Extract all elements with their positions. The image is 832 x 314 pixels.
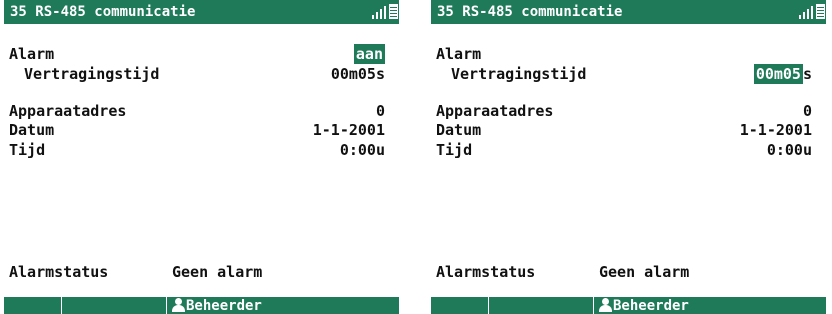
softkey-user[interactable]: Beheerder bbox=[594, 297, 826, 314]
address-value[interactable]: 0 bbox=[376, 101, 385, 121]
alarm-label: Alarm bbox=[436, 45, 482, 63]
screen-title: 35 RS-485 communicatie bbox=[437, 4, 623, 20]
alarmstatus-label: Alarmstatus bbox=[436, 263, 536, 281]
time-label: Tijd bbox=[436, 141, 473, 159]
date-label: Datum bbox=[9, 121, 55, 139]
delay-value[interactable]: 00m05s bbox=[331, 64, 385, 84]
title-bar: 35 RS-485 communicatie bbox=[4, 0, 399, 24]
user-label: Beheerder bbox=[613, 298, 689, 314]
address-value[interactable]: 0 bbox=[803, 101, 812, 121]
softkey-1[interactable] bbox=[4, 297, 62, 314]
alarm-value-text: aan bbox=[353, 44, 385, 64]
address-label: Apparaatadres bbox=[9, 102, 127, 120]
address-label: Apparaatadres bbox=[436, 102, 554, 120]
softkey-user[interactable]: Beheerder bbox=[167, 297, 399, 314]
delay-value-rest: s bbox=[802, 65, 812, 83]
device-screen-right: 35 RS-485 communicatie Alarm Vertragings… bbox=[431, 0, 826, 314]
softkey-1[interactable] bbox=[431, 297, 489, 314]
date-value[interactable]: 1-1-2001 bbox=[313, 120, 385, 140]
alarm-label: Alarm bbox=[9, 45, 55, 63]
alarmstatus-label: Alarmstatus bbox=[9, 263, 109, 281]
screen-title: 35 RS-485 communicatie bbox=[10, 4, 196, 20]
user-label: Beheerder bbox=[186, 298, 262, 314]
softkey-2[interactable] bbox=[489, 297, 594, 314]
time-label: Tijd bbox=[9, 141, 46, 159]
time-value[interactable]: 0:00u bbox=[767, 140, 812, 160]
softkey-bar: Beheerder bbox=[4, 297, 399, 314]
signal-icon bbox=[372, 6, 386, 19]
battery-icon bbox=[389, 4, 398, 19]
alarm-value[interactable]: aan bbox=[353, 44, 385, 64]
battery-icon bbox=[816, 4, 825, 19]
delay-value[interactable]: 00m05s bbox=[753, 64, 812, 84]
alarmstatus-value: Geen alarm bbox=[172, 263, 263, 281]
title-bar: 35 RS-485 communicatie bbox=[431, 0, 826, 24]
time-value[interactable]: 0:00u bbox=[340, 140, 385, 160]
signal-icon bbox=[799, 6, 813, 19]
delay-value-main: 00m05 bbox=[753, 64, 803, 84]
device-screen-left: 35 RS-485 communicatie Alarm aan Vertrag… bbox=[4, 0, 399, 314]
softkey-bar: Beheerder bbox=[431, 297, 826, 314]
user-icon bbox=[171, 297, 186, 312]
delay-label: Vertragingstijd bbox=[24, 65, 160, 83]
alarmstatus-value: Geen alarm bbox=[599, 263, 690, 281]
delay-value-main: 00m05s bbox=[330, 65, 385, 83]
date-value[interactable]: 1-1-2001 bbox=[740, 120, 812, 140]
date-label: Datum bbox=[436, 121, 482, 139]
softkey-2[interactable] bbox=[62, 297, 167, 314]
user-icon bbox=[598, 297, 613, 312]
delay-label: Vertragingstijd bbox=[451, 65, 587, 83]
